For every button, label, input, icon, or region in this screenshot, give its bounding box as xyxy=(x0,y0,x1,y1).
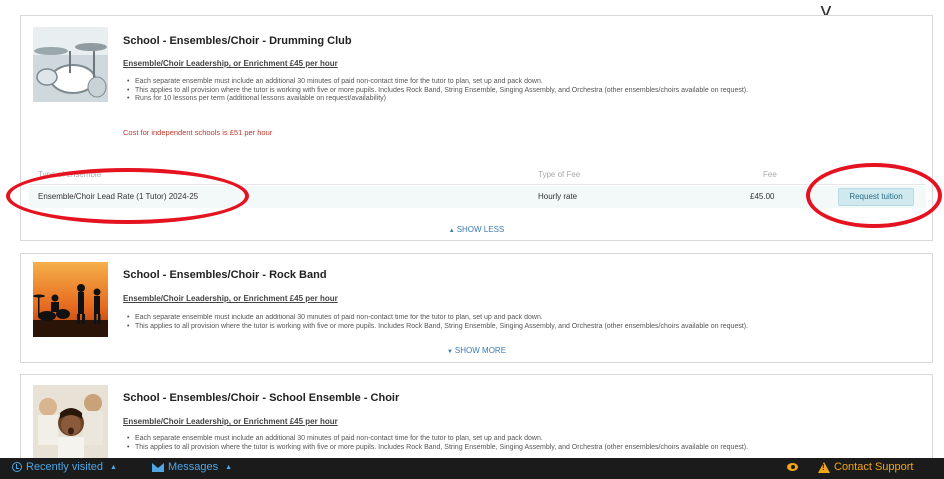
drum-kit-image xyxy=(33,27,108,102)
description-item: This applies to all provision where the … xyxy=(123,323,913,332)
request-tuition-button[interactable]: Request tuition xyxy=(838,188,914,206)
column-header-fee-type: Type of Fee xyxy=(538,170,581,179)
choir-image xyxy=(33,385,108,460)
show-less-toggle[interactable]: ▲ SHOW LESS xyxy=(21,225,932,234)
description-item: Each separate ensemble must include an a… xyxy=(123,78,913,87)
description-item: Each separate ensemble must include an a… xyxy=(123,435,913,444)
clock-icon xyxy=(12,462,22,472)
caret-up-icon: ▲ xyxy=(225,463,233,471)
description-item: Runs for 10 lessons per term (additional… xyxy=(123,95,913,104)
description-item: This applies to all provision where the … xyxy=(123,87,913,96)
warning-icon xyxy=(818,461,830,473)
card-title: School - Ensembles/Choir - Drumming Club xyxy=(123,35,352,47)
show-more-toggle[interactable]: ▼ SHOW MORE xyxy=(21,346,932,355)
column-header-fee: Fee xyxy=(763,170,777,179)
envelope-icon xyxy=(152,462,164,472)
contact-support-label: Contact Support xyxy=(834,461,914,473)
bottom-bar: Recently visited ▲ Messages ▲ Contact Su… xyxy=(0,458,944,479)
messages-menu[interactable]: Messages ▲ xyxy=(152,461,232,473)
card-description-list: Each separate ensemble must include an a… xyxy=(123,435,913,452)
independent-school-cost-note: Cost for independent schools is £51 per … xyxy=(123,128,273,137)
card-title: School - Ensembles/Choir - School Ensemb… xyxy=(123,392,400,404)
contact-support-link[interactable]: Contact Support xyxy=(818,461,914,473)
card-subtitle: Ensemble/Choir Leadership, or Enrichment… xyxy=(123,59,338,68)
toggle-label: SHOW LESS xyxy=(456,225,505,234)
recently-visited-menu[interactable]: Recently visited ▲ xyxy=(12,461,117,473)
card-description-list: Each separate ensemble must include an a… xyxy=(123,78,913,104)
chevron-up-icon: ▲ xyxy=(448,228,455,234)
fee-name: Ensemble/Choir Lead Rate (1 Tutor) 2024-… xyxy=(38,192,199,201)
card-subtitle: Ensemble/Choir Leadership, or Enrichment… xyxy=(123,294,338,303)
messages-label: Messages xyxy=(168,461,219,473)
fee-table-header: Type of ensemble Type of Fee Fee xyxy=(29,165,926,185)
caret-up-icon: ▲ xyxy=(110,463,117,471)
rock-band-image xyxy=(33,262,108,337)
table-row: Ensemble/Choir Lead Rate (1 Tutor) 2024-… xyxy=(29,186,926,208)
column-header-ensemble: Type of ensemble xyxy=(38,170,102,179)
toggle-label: SHOW MORE xyxy=(454,346,507,355)
chevron-down-icon: ▼ xyxy=(446,349,453,355)
fee-amount: £45.00 xyxy=(750,192,775,201)
recently-visited-label: Recently visited xyxy=(26,461,104,473)
card-subtitle: Ensemble/Choir Leadership, or Enrichment… xyxy=(123,417,338,426)
card-description-list: Each separate ensemble must include an a… xyxy=(123,314,913,341)
fee-type: Hourly rate xyxy=(538,192,578,201)
service-card-rock-band: School - Ensembles/Choir - Rock Band Ens… xyxy=(20,253,933,363)
eye-icon xyxy=(787,463,798,471)
card-title: School - Ensembles/Choir - Rock Band xyxy=(123,269,327,281)
description-item: This applies to all provision where the … xyxy=(123,444,913,453)
description-item: Each separate ensemble must include an a… xyxy=(123,314,913,323)
service-card-drumming-club: School - Ensembles/Choir - Drumming Club… xyxy=(20,15,933,241)
visibility-toggle[interactable] xyxy=(787,463,798,471)
